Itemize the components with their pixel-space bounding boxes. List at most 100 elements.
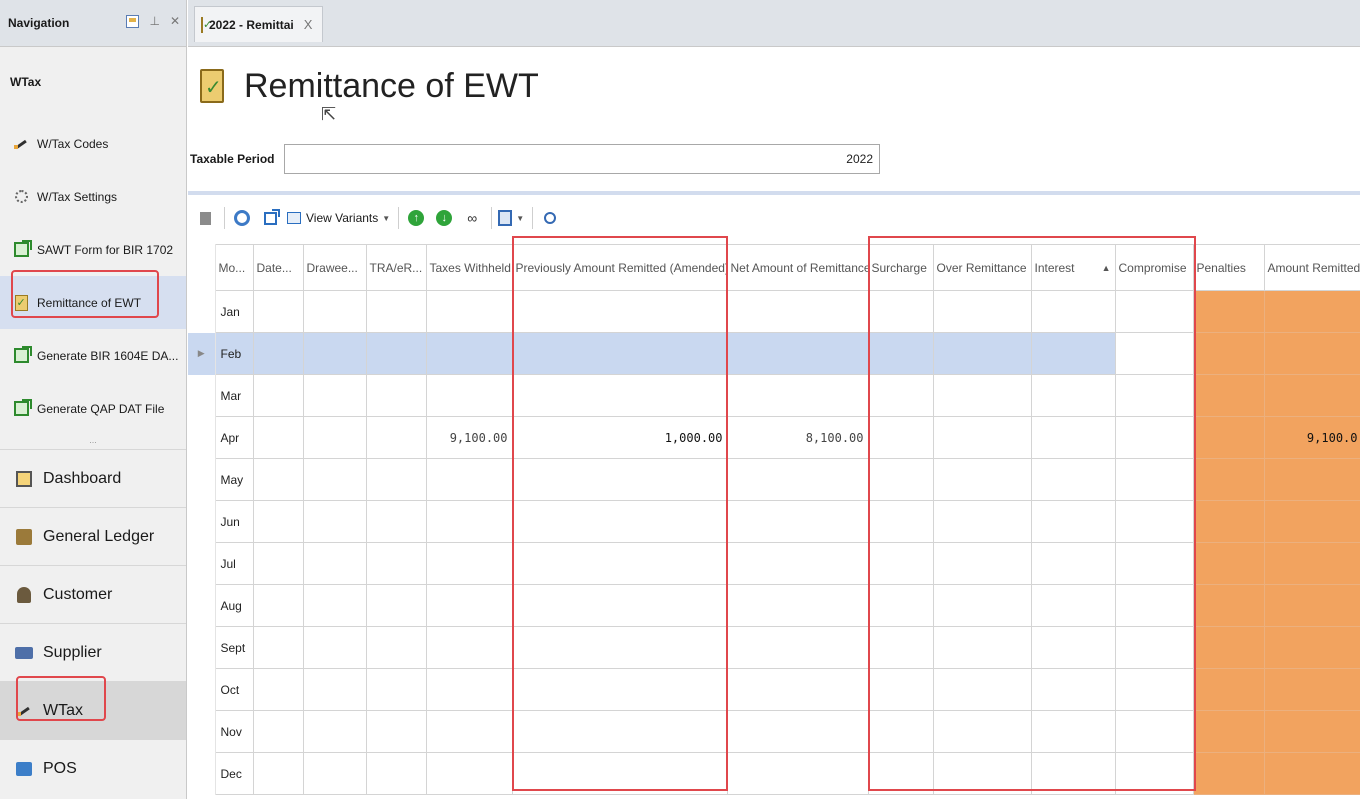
cell-previously-amount-remitted[interactable] bbox=[511, 542, 728, 585]
sidebar-item-wtax-codes[interactable]: W/Tax Codes bbox=[0, 117, 186, 170]
sidebar-item-generate-qap-dat[interactable]: Generate QAP DAT File bbox=[0, 382, 186, 435]
cell-penalties[interactable] bbox=[1192, 290, 1265, 333]
column-header[interactable]: Surcharge bbox=[867, 244, 934, 291]
cell-surcharge[interactable] bbox=[867, 710, 934, 753]
cell-amount-remitted[interactable] bbox=[1263, 752, 1360, 795]
cell-month[interactable]: Apr bbox=[214, 416, 254, 459]
cell-date[interactable] bbox=[252, 416, 304, 459]
cell-amount-remitted[interactable] bbox=[1263, 584, 1360, 627]
cell-month[interactable]: Jul bbox=[214, 542, 254, 585]
table-row[interactable]: Jul bbox=[188, 542, 1360, 585]
cell-tra[interactable] bbox=[365, 500, 427, 543]
table-row[interactable]: Oct bbox=[188, 668, 1360, 711]
cell-previously-amount-remitted[interactable]: 1,000.00 bbox=[511, 416, 728, 459]
close-icon[interactable]: ✕ bbox=[170, 14, 180, 28]
cell-amount-remitted[interactable]: 9,100.0 bbox=[1263, 416, 1360, 459]
cell-drawee[interactable] bbox=[302, 626, 367, 669]
cell-drawee[interactable] bbox=[302, 374, 367, 417]
cell-penalties[interactable] bbox=[1192, 458, 1265, 501]
cell-penalties[interactable] bbox=[1192, 626, 1265, 669]
cell-compromise[interactable] bbox=[1114, 500, 1194, 543]
column-header[interactable]: Amount Remitted bbox=[1263, 244, 1360, 291]
tab-close-icon[interactable]: X bbox=[304, 17, 313, 32]
cell-drawee[interactable] bbox=[302, 416, 367, 459]
cell-drawee[interactable] bbox=[302, 290, 367, 333]
cell-surcharge[interactable] bbox=[867, 542, 934, 585]
move-up-button[interactable]: ↑ bbox=[405, 206, 427, 230]
column-header[interactable]: Compromise bbox=[1114, 244, 1194, 291]
cell-net-amount-of-remittance[interactable] bbox=[726, 626, 869, 669]
column-header[interactable]: Taxes Withheld bbox=[425, 244, 513, 291]
cell-interest[interactable] bbox=[1030, 332, 1116, 375]
cell-drawee[interactable] bbox=[302, 668, 367, 711]
cell-net-amount-of-remittance[interactable] bbox=[726, 584, 869, 627]
save-button[interactable]: ▼ bbox=[498, 206, 524, 230]
cell-over-remittance[interactable] bbox=[932, 668, 1032, 711]
table-row[interactable]: Jan bbox=[188, 290, 1360, 333]
cell-date[interactable] bbox=[252, 290, 304, 333]
cell-date[interactable] bbox=[252, 710, 304, 753]
cell-previously-amount-remitted[interactable] bbox=[511, 584, 728, 627]
tab-remittance-2022[interactable]: 2022 - Remittai X bbox=[194, 6, 324, 42]
sidebar-item-sawt-form[interactable]: SAWT Form for BIR 1702 bbox=[0, 223, 186, 276]
cell-date[interactable] bbox=[252, 542, 304, 585]
cell-net-amount-of-remittance[interactable] bbox=[726, 752, 869, 795]
cell-date[interactable] bbox=[252, 458, 304, 501]
table-row[interactable]: Nov bbox=[188, 710, 1360, 753]
sidebar-item-customer[interactable]: Customer bbox=[0, 565, 186, 623]
cell-amount-remitted[interactable] bbox=[1263, 668, 1360, 711]
cell-taxes-withheld[interactable] bbox=[425, 752, 513, 795]
cell-interest[interactable] bbox=[1030, 668, 1116, 711]
cell-interest[interactable] bbox=[1030, 752, 1116, 795]
cell-drawee[interactable] bbox=[302, 584, 367, 627]
cell-surcharge[interactable] bbox=[867, 374, 934, 417]
cell-tra[interactable] bbox=[365, 458, 427, 501]
pin-icon[interactable]: ⊥ bbox=[149, 14, 159, 28]
cell-taxes-withheld[interactable] bbox=[425, 500, 513, 543]
cell-compromise[interactable] bbox=[1114, 668, 1194, 711]
cell-over-remittance[interactable] bbox=[932, 500, 1032, 543]
cell-tra[interactable] bbox=[365, 290, 427, 333]
cell-compromise[interactable] bbox=[1114, 290, 1194, 333]
cell-over-remittance[interactable] bbox=[932, 542, 1032, 585]
cell-penalties[interactable] bbox=[1192, 374, 1265, 417]
cell-over-remittance[interactable] bbox=[932, 752, 1032, 795]
cell-penalties[interactable] bbox=[1192, 710, 1265, 753]
cell-tra[interactable] bbox=[365, 710, 427, 753]
cell-over-remittance[interactable] bbox=[932, 710, 1032, 753]
cell-month[interactable]: Mar bbox=[214, 374, 254, 417]
cell-net-amount-of-remittance[interactable] bbox=[726, 458, 869, 501]
cell-compromise[interactable] bbox=[1114, 752, 1194, 795]
cell-drawee[interactable] bbox=[302, 752, 367, 795]
table-row[interactable]: Mar bbox=[188, 374, 1360, 417]
cell-interest[interactable] bbox=[1030, 290, 1116, 333]
cell-tra[interactable] bbox=[365, 752, 427, 795]
cell-compromise[interactable] bbox=[1114, 584, 1194, 627]
cell-month[interactable]: Feb bbox=[214, 332, 254, 375]
cell-date[interactable] bbox=[252, 374, 304, 417]
table-row[interactable]: ▶ Feb bbox=[188, 332, 1360, 375]
cell-drawee[interactable] bbox=[302, 710, 367, 753]
sidebar-item-supplier[interactable]: Supplier bbox=[0, 623, 186, 681]
cell-over-remittance[interactable] bbox=[932, 332, 1032, 375]
cell-over-remittance[interactable] bbox=[932, 458, 1032, 501]
cell-net-amount-of-remittance[interactable]: 8,100.00 bbox=[726, 416, 869, 459]
cell-tra[interactable] bbox=[365, 416, 427, 459]
cell-previously-amount-remitted[interactable] bbox=[511, 752, 728, 795]
cell-date[interactable] bbox=[252, 500, 304, 543]
cell-taxes-withheld[interactable]: 9,100.00 bbox=[425, 416, 513, 459]
cell-net-amount-of-remittance[interactable] bbox=[726, 500, 869, 543]
cell-over-remittance[interactable] bbox=[932, 626, 1032, 669]
cell-interest[interactable] bbox=[1030, 374, 1116, 417]
sidebar-item-pos[interactable]: POS bbox=[0, 739, 186, 797]
cell-penalties[interactable] bbox=[1192, 752, 1265, 795]
cell-taxes-withheld[interactable] bbox=[425, 668, 513, 711]
cell-amount-remitted[interactable] bbox=[1263, 500, 1360, 543]
taxable-period-input[interactable] bbox=[284, 144, 880, 174]
cell-over-remittance[interactable] bbox=[932, 416, 1032, 459]
preview-button[interactable] bbox=[539, 206, 561, 230]
cell-month[interactable]: Nov bbox=[214, 710, 254, 753]
column-header-interest[interactable]: Interest ▲ bbox=[1030, 244, 1116, 291]
cell-over-remittance[interactable] bbox=[932, 290, 1032, 333]
cell-surcharge[interactable] bbox=[867, 668, 934, 711]
